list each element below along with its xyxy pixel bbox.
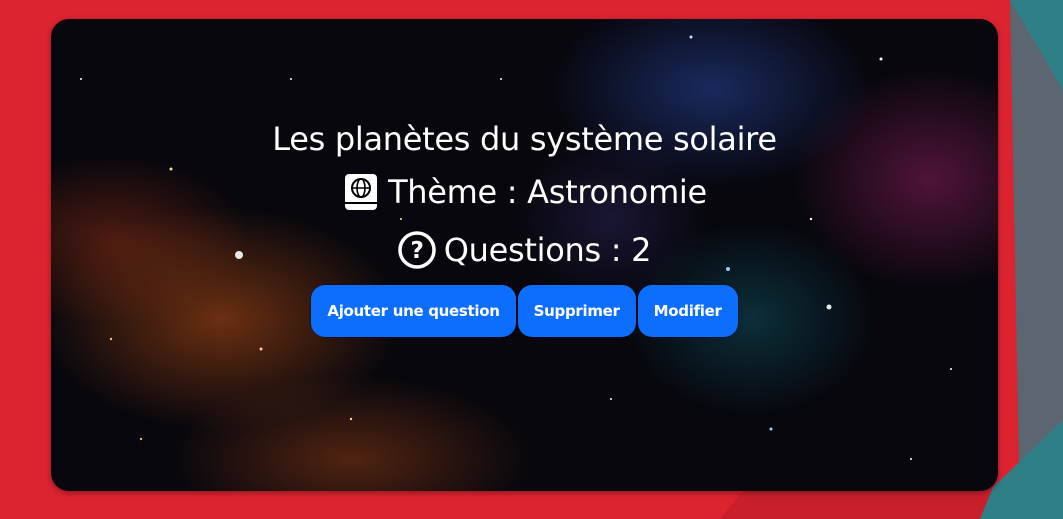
action-buttons: Ajouter une question Supprimer Modifier <box>311 285 738 337</box>
svg-text:?: ? <box>410 238 423 264</box>
edit-button[interactable]: Modifier <box>637 285 738 337</box>
book-globe-icon <box>342 173 380 211</box>
theme-label: Thème : Astronomie <box>388 173 707 211</box>
delete-button[interactable]: Supprimer <box>517 285 636 337</box>
quiz-title: Les planètes du système solaire <box>272 120 777 158</box>
quiz-card: Les planètes du système solaire Thème : … <box>51 19 998 491</box>
theme-row: Thème : Astronomie <box>342 163 707 221</box>
add-question-button[interactable]: Ajouter une question <box>311 285 516 337</box>
questions-count-label: Questions : 2 <box>443 231 652 269</box>
questions-row: ? Questions : 2 <box>398 221 651 279</box>
question-circle-icon: ? <box>398 231 436 269</box>
quiz-summary: Les planètes du système solaire Thème : … <box>51 115 998 337</box>
